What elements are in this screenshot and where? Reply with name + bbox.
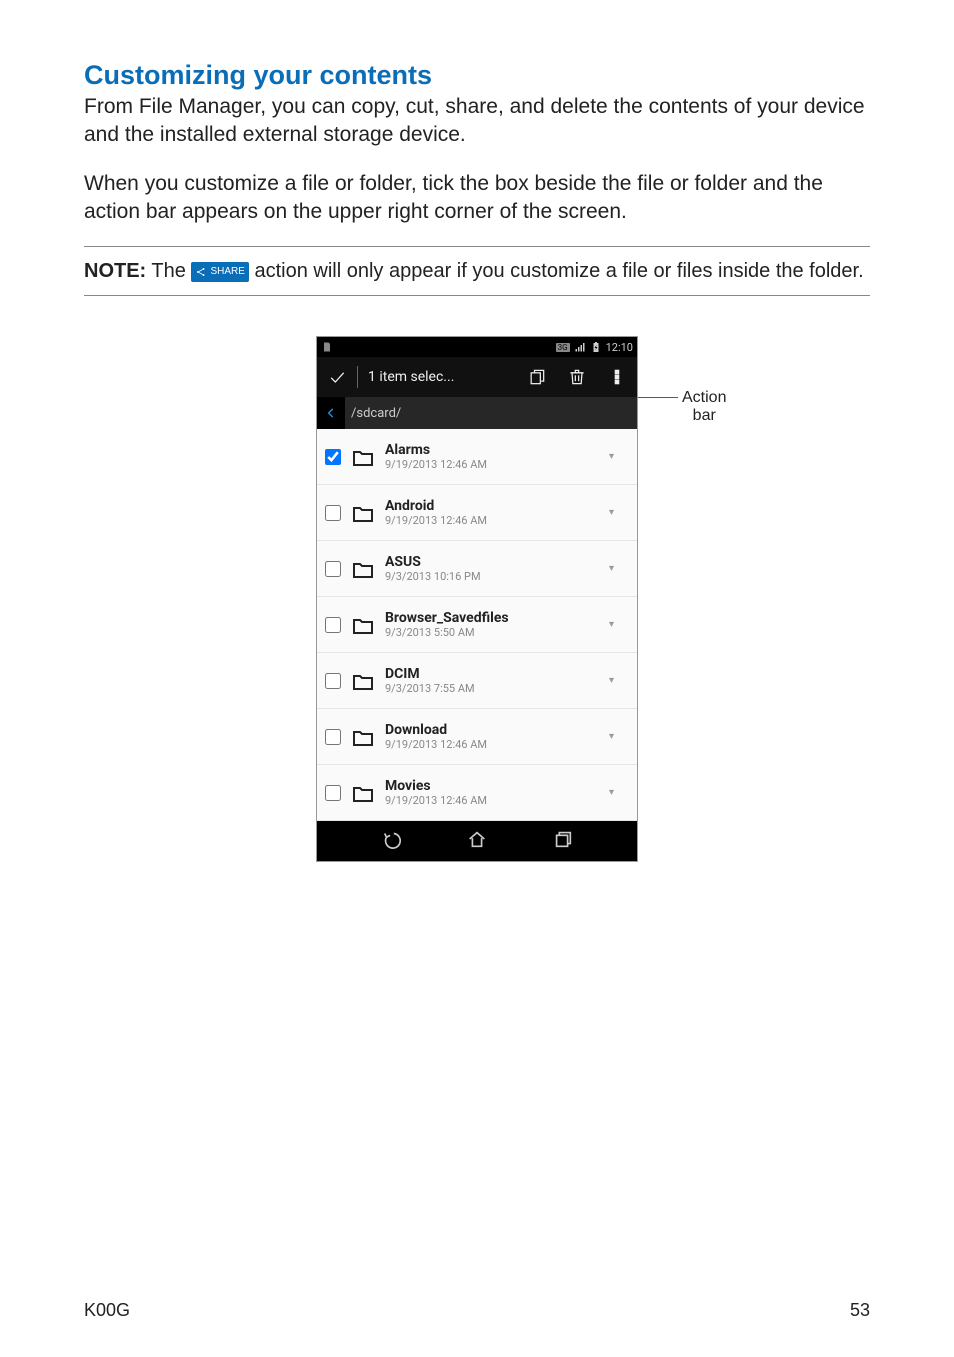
file-row[interactable]: Download9/19/2013 12:46 AM ▾	[317, 709, 637, 765]
system-nav-bar	[317, 821, 637, 861]
file-checkbox[interactable]	[325, 449, 341, 465]
file-name: Android	[385, 498, 601, 514]
network-3g-icon: 3G	[556, 343, 570, 352]
note-label: NOTE:	[84, 260, 146, 282]
folder-icon	[349, 669, 377, 693]
chevron-left-icon	[324, 406, 338, 420]
overflow-icon	[607, 367, 627, 387]
nav-back-icon	[381, 828, 403, 850]
nav-recent-button[interactable]	[552, 828, 574, 854]
folder-icon	[349, 501, 377, 525]
file-row[interactable]: Android9/19/2013 12:46 AM ▾	[317, 485, 637, 541]
sdcard-icon	[321, 341, 333, 353]
file-checkbox[interactable]	[325, 729, 341, 745]
share-badge-label: SHARE	[210, 265, 244, 279]
delete-button[interactable]	[557, 367, 597, 387]
file-meta: 9/3/2013 7:55 AM	[385, 682, 601, 695]
file-row[interactable]: Alarms9/19/2013 12:46 AM ▾	[317, 429, 637, 485]
chevron-down-icon[interactable]: ▾	[609, 675, 629, 686]
callout-label: Action bar	[682, 389, 726, 425]
nav-home-icon	[466, 828, 488, 850]
chevron-down-icon[interactable]: ▾	[609, 619, 629, 630]
footer-page: 53	[850, 1300, 870, 1321]
file-meta: 9/3/2013 10:16 PM	[385, 570, 601, 583]
file-meta: 9/19/2013 12:46 AM	[385, 514, 601, 527]
signal-icon	[574, 341, 586, 353]
file-name: Movies	[385, 778, 601, 794]
file-meta: 9/19/2013 12:46 AM	[385, 458, 601, 471]
folder-icon	[349, 781, 377, 805]
chevron-down-icon[interactable]: ▾	[609, 563, 629, 574]
folder-icon	[349, 725, 377, 749]
file-list: Alarms9/19/2013 12:46 AM▾Android9/19/201…	[317, 429, 637, 821]
chevron-down-icon[interactable]: ▾	[609, 787, 629, 798]
status-time: 12:10	[606, 341, 633, 354]
file-name: DCIM	[385, 666, 601, 682]
back-button[interactable]	[317, 397, 345, 429]
breadcrumb: /sdcard/	[317, 397, 637, 429]
share-badge: SHARE	[191, 262, 248, 282]
nav-back-button[interactable]	[381, 828, 403, 854]
folder-icon	[349, 557, 377, 581]
phone-screenshot: 3G 12:10 1 item selec...	[316, 336, 638, 862]
file-row[interactable]: Movies9/19/2013 12:46 AM ▾	[317, 765, 637, 821]
note-text-before: The	[151, 260, 185, 282]
file-row[interactable]: ASUS9/3/2013 10:16 PM ▾	[317, 541, 637, 597]
footer-model: K00G	[84, 1300, 130, 1321]
section-heading: Customizing your contents	[84, 60, 870, 91]
action-bar: 1 item selec...	[317, 357, 637, 397]
paragraph-intro: From File Manager, you can copy, cut, sh…	[84, 93, 870, 150]
page-footer: K00G 53	[84, 1294, 870, 1321]
status-bar: 3G 12:10	[317, 337, 637, 357]
share-icon	[195, 266, 207, 278]
overflow-button[interactable]	[597, 367, 637, 387]
file-name: ASUS	[385, 554, 601, 570]
file-row[interactable]: DCIM9/3/2013 7:55 AM ▾	[317, 653, 637, 709]
file-checkbox[interactable]	[325, 673, 341, 689]
file-meta: 9/19/2013 12:46 AM	[385, 738, 601, 751]
copy-button[interactable]	[517, 367, 557, 387]
nav-home-button[interactable]	[466, 828, 488, 854]
file-name: Browser_Savedfiles	[385, 610, 601, 626]
file-checkbox[interactable]	[325, 785, 341, 801]
file-meta: 9/3/2013 5:50 AM	[385, 626, 601, 639]
callout-line	[638, 397, 678, 398]
paragraph-usage: When you customize a file or folder, tic…	[84, 170, 870, 227]
nav-recent-icon	[552, 828, 574, 850]
check-icon	[327, 367, 347, 387]
note-box: NOTE: The SHARE action will only appear …	[84, 246, 870, 296]
breadcrumb-path[interactable]: /sdcard/	[345, 406, 401, 421]
file-name: Download	[385, 722, 601, 738]
trash-icon	[567, 367, 587, 387]
note-text-after: action will only appear if you customize…	[254, 260, 863, 282]
file-name: Alarms	[385, 442, 601, 458]
chevron-down-icon[interactable]: ▾	[609, 731, 629, 742]
folder-icon	[349, 445, 377, 469]
file-checkbox[interactable]	[325, 505, 341, 521]
file-meta: 9/19/2013 12:46 AM	[385, 794, 601, 807]
battery-charging-icon	[590, 341, 602, 353]
copy-icon	[527, 367, 547, 387]
file-row[interactable]: Browser_Savedfiles9/3/2013 5:50 AM ▾	[317, 597, 637, 653]
file-checkbox[interactable]	[325, 617, 341, 633]
chevron-down-icon[interactable]: ▾	[609, 507, 629, 518]
chevron-down-icon[interactable]: ▾	[609, 451, 629, 462]
selection-title: 1 item selec...	[358, 369, 517, 385]
file-checkbox[interactable]	[325, 561, 341, 577]
folder-icon	[349, 613, 377, 637]
done-button[interactable]	[317, 367, 357, 387]
